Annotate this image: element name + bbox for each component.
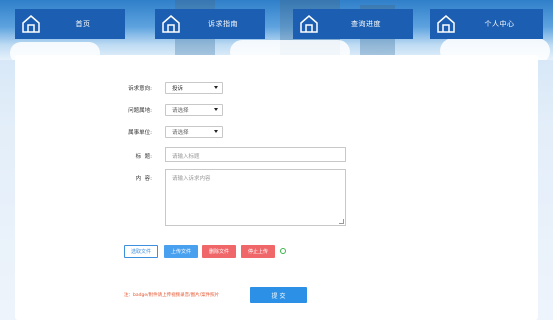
upload-status-icon (280, 248, 286, 254)
select-file-button[interactable]: 选取文件 (124, 245, 158, 258)
upload-note: 注：badge/附件请上传视频录音/图片/案件照片 (124, 293, 220, 298)
type-select-value: 投诉 (172, 86, 184, 92)
nav-guide-label: 诉求指南 (208, 20, 238, 28)
type-select[interactable]: 投诉 (165, 82, 223, 94)
title-label: 标 题: (135, 154, 152, 160)
nav-progress[interactable]: 查询进度 (293, 9, 413, 39)
chevron-down-icon (214, 108, 218, 111)
nav-profile[interactable]: 个人中心 (430, 9, 543, 39)
content-textarea[interactable]: 请输入诉求内容 (165, 169, 346, 226)
home-icon (300, 15, 318, 33)
nav-home[interactable]: 首页 (15, 9, 125, 39)
content-placeholder: 请输入诉求内容 (172, 176, 211, 182)
dept-select[interactable]: 请选择 (165, 126, 223, 138)
content-label: 内 容: (135, 176, 152, 182)
category-select[interactable]: 请选择 (165, 104, 223, 116)
category-select-value: 请选择 (172, 108, 189, 114)
submit-button[interactable]: 提 交 (250, 287, 307, 303)
type-label: 诉求意向: (128, 86, 152, 92)
dept-select-value: 请选择 (172, 130, 189, 136)
dept-label: 属事单位: (128, 130, 152, 136)
home-icon (22, 15, 40, 33)
chevron-down-icon (214, 86, 218, 89)
category-label: 问题属地: (128, 108, 152, 114)
chevron-down-icon (214, 130, 218, 133)
nav-home-label: 首页 (75, 20, 91, 28)
resize-handle-icon[interactable] (339, 219, 344, 224)
stop-upload-button[interactable]: 停止上传 (241, 245, 275, 258)
nav-profile-label: 个人中心 (484, 20, 515, 28)
home-icon (162, 15, 180, 33)
title-input[interactable]: 请输入标题 (165, 147, 346, 162)
nav-guide[interactable]: 诉求指南 (155, 9, 265, 39)
delete-file-button[interactable]: 删除文件 (202, 245, 236, 258)
title-placeholder: 请输入标题 (172, 154, 200, 160)
upload-file-button[interactable]: 上传文件 (164, 245, 198, 258)
nav-progress-label: 查询进度 (351, 20, 381, 28)
home-icon (437, 15, 455, 33)
